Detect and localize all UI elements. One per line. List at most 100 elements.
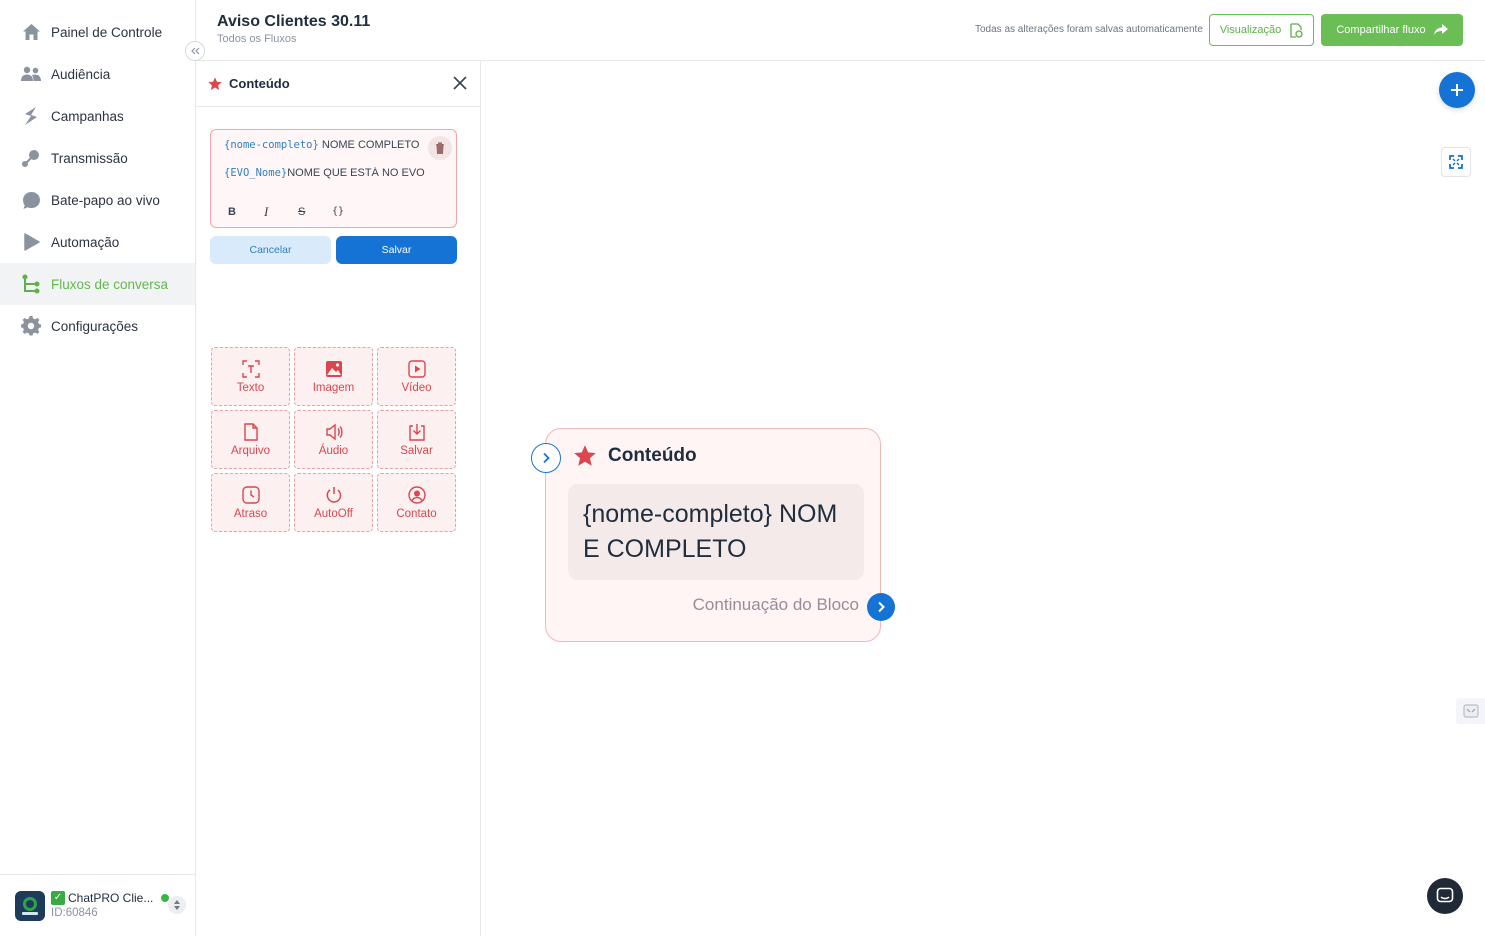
- flow-canvas[interactable]: Conteúdo {nome-completo} NOME COMPLETO C…: [481, 61, 1485, 936]
- tile-label: Texto: [236, 381, 265, 394]
- tile-label: Arquivo: [231, 444, 270, 457]
- sort-updown-icon[interactable]: [168, 896, 186, 914]
- home-icon: [21, 22, 41, 42]
- sidebar-item-audiencia[interactable]: Audiência: [0, 53, 195, 95]
- share-flow-button[interactable]: Compartilhar fluxo: [1321, 14, 1463, 46]
- tile-contato[interactable]: Contato: [377, 473, 456, 532]
- video-icon: [407, 359, 426, 378]
- sidebar-item-fluxos[interactable]: Fluxos de conversa: [0, 263, 195, 305]
- avatar: [15, 890, 45, 921]
- tile-audio[interactable]: Áudio: [294, 410, 373, 469]
- sidebar-item-configuracoes[interactable]: Configurações: [0, 305, 195, 347]
- tile-label: Áudio: [318, 444, 349, 457]
- sidebar-item-campanhas[interactable]: Campanhas: [0, 95, 195, 137]
- trash-icon: [436, 142, 444, 154]
- panel-title: Conteúdo: [229, 76, 290, 91]
- content-node[interactable]: Conteúdo {nome-completo} NOME COMPLETO C…: [531, 428, 895, 642]
- preview-button[interactable]: Visualização: [1209, 14, 1314, 46]
- node-title: Conteúdo: [608, 445, 697, 466]
- tile-autooff[interactable]: AutoOff: [294, 473, 373, 532]
- tile-label: Contato: [396, 507, 437, 520]
- tile-imagem[interactable]: Imagem: [294, 347, 373, 406]
- tile-label: AutoOff: [314, 507, 353, 520]
- save-button[interactable]: Salvar: [336, 236, 457, 264]
- account-name: ChatPRO Clie...: [68, 890, 154, 905]
- content-editor-panel: Conteúdo {nome-completo} NOME COMPLETO {…: [196, 61, 481, 936]
- sidebar-item-label: Configurações: [51, 318, 139, 334]
- italic-button[interactable]: I: [264, 204, 268, 220]
- clock-icon: [241, 485, 260, 504]
- preview-button-label: Visualização: [1219, 24, 1282, 36]
- top-header: Aviso Clientes 30.11 Todos os Fluxos Tod…: [196, 0, 1485, 61]
- play-icon: [21, 232, 41, 252]
- side-drawer-tab[interactable]: [1456, 698, 1485, 724]
- sidebar-nav: Painel de Controle Audiência Campanhas T…: [0, 11, 195, 347]
- share-arrow-icon: [1433, 24, 1448, 35]
- sidebar-item-painel[interactable]: Painel de Controle: [0, 11, 195, 53]
- account-id: ID:60846: [51, 906, 98, 919]
- page-title: Aviso Clientes 30.11: [217, 13, 371, 30]
- sidebar-item-automacao[interactable]: Automação: [0, 221, 195, 263]
- node-output-handle[interactable]: [867, 593, 895, 621]
- star-icon: [574, 445, 596, 466]
- panel-header: Conteúdo: [196, 61, 480, 107]
- sidebar-item-label: Painel de Controle: [51, 24, 163, 40]
- chat-bubble-icon: [21, 190, 41, 210]
- sidebar: Painel de Controle Audiência Campanhas T…: [0, 0, 196, 936]
- audio-icon: [325, 423, 343, 440]
- message-text-editor[interactable]: {nome-completo} NOME COMPLETO {EVO_Nome}…: [210, 129, 457, 228]
- node-message-preview: {nome-completo} NOME COMPLETO: [568, 484, 864, 580]
- tile-texto[interactable]: Texto: [211, 347, 290, 406]
- message-icon: [1436, 887, 1454, 903]
- autosave-status: Todas as alterações foram salvas automat…: [975, 24, 1203, 35]
- text-icon: [241, 359, 260, 378]
- plus-icon: [1451, 84, 1463, 96]
- close-icon[interactable]: [452, 75, 468, 91]
- power-icon: [326, 486, 341, 503]
- image-icon: [325, 360, 342, 377]
- file-icon: [243, 422, 258, 441]
- editor-text: NOME COMPLETO: [318, 139, 420, 151]
- users-icon: [21, 64, 41, 84]
- sidebar-item-batepapo[interactable]: Bate-papo ao vivo: [0, 179, 195, 221]
- share-button-label: Compartilhar fluxo: [1336, 24, 1426, 36]
- chevron-right-icon: [543, 452, 550, 464]
- flow-icon: [21, 274, 41, 294]
- variable-token: {nome-completo}: [224, 139, 319, 151]
- bold-button[interactable]: B: [228, 206, 236, 218]
- cancel-button[interactable]: Cancelar: [210, 236, 331, 264]
- support-chat-button[interactable]: [1427, 878, 1463, 914]
- sidebar-item-label: Fluxos de conversa: [51, 276, 169, 292]
- editor-text: NOME QUE ESTÁ NO EVO: [287, 167, 425, 179]
- variable-token: {EVO_Nome}: [224, 167, 288, 179]
- account-switcher[interactable]: ✓ ChatPRO Clie... ID:60846: [0, 874, 195, 936]
- tile-atraso[interactable]: Atraso: [211, 473, 290, 532]
- tile-label: Salvar: [400, 444, 433, 457]
- collapse-sidebar-button[interactable]: [185, 41, 205, 61]
- contact-icon: [407, 485, 426, 504]
- sidebar-item-label: Transmissão: [51, 150, 128, 166]
- insert-variable-button[interactable]: {}: [332, 206, 344, 217]
- sidebar-item-label: Automação: [51, 234, 120, 250]
- broadcast-icon: [21, 148, 41, 168]
- account-info: ✓ ChatPRO Clie... ID:60846: [51, 890, 170, 921]
- content-type-grid: Texto Imagem Vídeo Arquivo Áudio Salvar …: [211, 347, 457, 532]
- node-input-handle[interactable]: [531, 443, 561, 473]
- campaign-icon: [21, 106, 41, 126]
- breadcrumb[interactable]: Todos os Fluxos: [217, 33, 296, 45]
- verified-check-icon: ✓: [51, 891, 65, 905]
- sidebar-item-label: Audiência: [51, 66, 111, 82]
- add-block-button[interactable]: [1439, 72, 1475, 108]
- fit-view-button[interactable]: [1441, 147, 1471, 177]
- strikethrough-button[interactable]: S: [298, 206, 305, 218]
- editor-line-2: {EVO_Nome}NOME QUE ESTÁ NO EVO: [224, 167, 444, 179]
- tile-arquivo[interactable]: Arquivo: [211, 410, 290, 469]
- tile-salvar[interactable]: Salvar: [377, 410, 456, 469]
- tile-video[interactable]: Vídeo: [377, 347, 456, 406]
- sidebar-item-transmissao[interactable]: Transmissão: [0, 137, 195, 179]
- delete-button[interactable]: [428, 136, 452, 160]
- tile-label: Atraso: [233, 507, 268, 520]
- sidebar-item-label: Bate-papo ao vivo: [51, 192, 160, 208]
- account-name-row: ✓ ChatPRO Clie...: [51, 890, 170, 906]
- sidebar-item-label: Campanhas: [51, 108, 124, 124]
